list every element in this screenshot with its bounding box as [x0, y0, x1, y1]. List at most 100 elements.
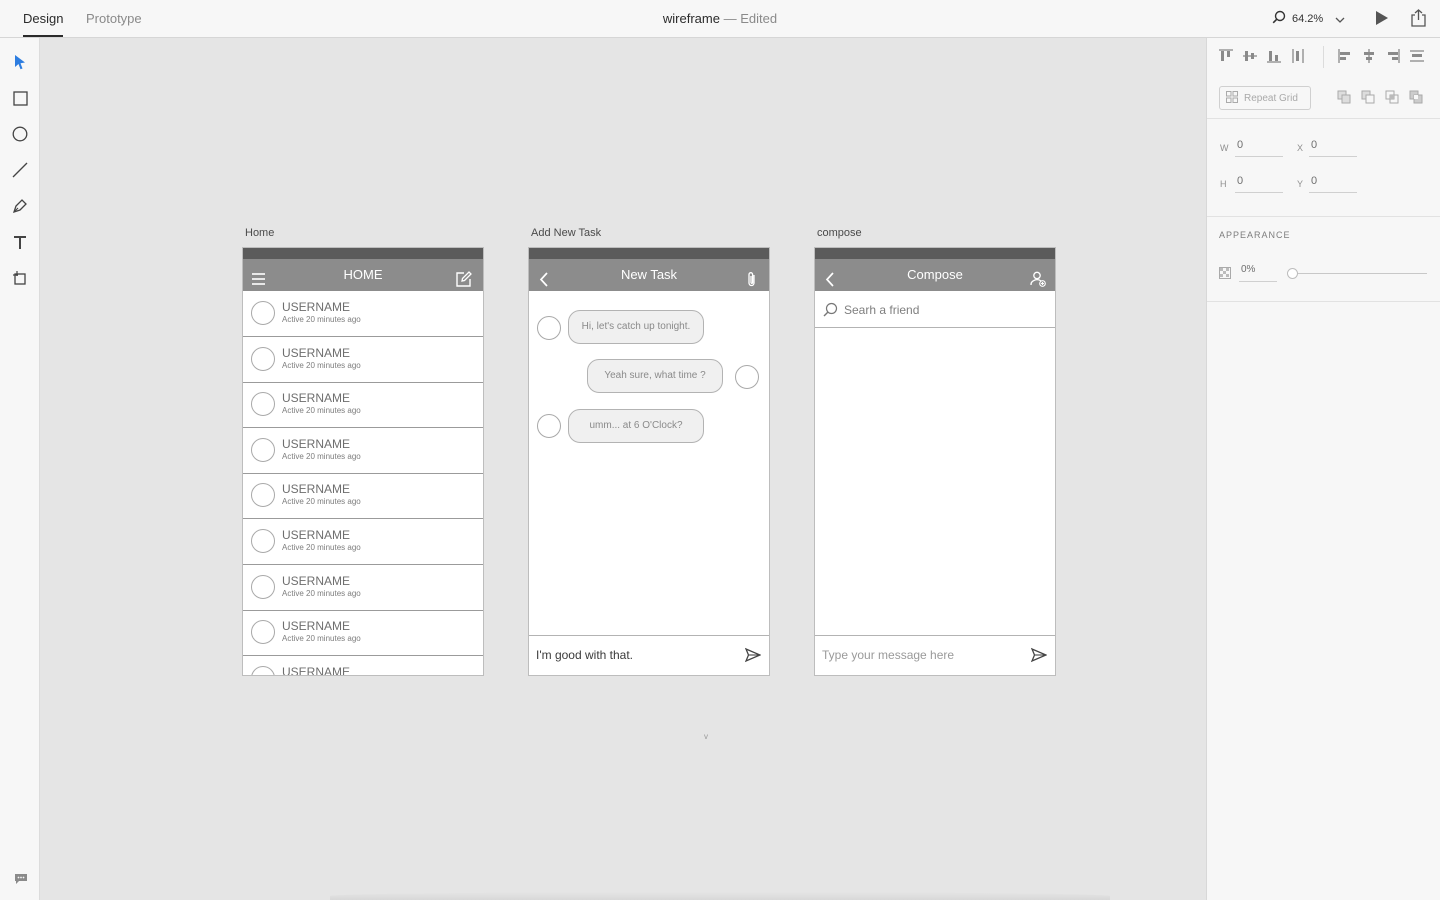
list-item[interactable]: USERNAME Active 20 minutes ago	[243, 291, 483, 337]
height-label: H	[1220, 179, 1227, 189]
username-label: USERNAME	[282, 345, 351, 360]
opacity-slider-handle[interactable]	[1287, 268, 1298, 279]
exclude-overlap-icon[interactable]	[1409, 90, 1423, 104]
canvas-edge	[330, 892, 1110, 900]
activity-status: Active 20 minutes ago	[282, 360, 361, 370]
friend-search-input[interactable]: Searh a friend	[844, 303, 919, 317]
chat-message: Yeah sure, what time ?	[587, 359, 723, 393]
play-icon[interactable]	[1375, 10, 1389, 31]
select-tool-icon[interactable]	[11, 53, 29, 71]
align-bottom-icon[interactable]	[1266, 48, 1282, 64]
x-label: X	[1297, 143, 1304, 153]
nav-bar: New Task	[529, 259, 769, 291]
artboard-label-home[interactable]: Home	[245, 227, 274, 239]
width-field[interactable]: 0	[1235, 139, 1283, 157]
tab-prototype[interactable]: Prototype	[86, 0, 142, 38]
width-label: W	[1220, 143, 1229, 153]
transform-section: W 0 X 0 H 0 Y 0	[1207, 119, 1440, 217]
activity-status: Active 20 minutes ago	[282, 588, 361, 598]
zoom-search-icon[interactable]	[1272, 10, 1286, 29]
grid-icon	[1226, 90, 1238, 106]
status-bar	[243, 248, 483, 259]
add-person-icon[interactable]	[1030, 267, 1046, 287]
message-input-bar: Type your message here	[815, 635, 1055, 675]
message-input[interactable]: I'm good with that.	[536, 648, 633, 662]
align-middle-icon[interactable]	[1242, 48, 1258, 64]
ellipse-tool-icon[interactable]	[11, 125, 29, 143]
tab-design[interactable]: Design	[23, 0, 64, 37]
align-left-icon[interactable]	[1337, 48, 1353, 64]
list-item[interactable]: USERNAME	[243, 656, 483, 676]
zoom-control[interactable]: 64.2%	[1272, 10, 1345, 28]
list-item[interactable]: USERNAME Active 20 minutes ago	[243, 610, 483, 657]
artboard-home[interactable]: HOME USERNAME Active 20 minutes ago USERNA…	[242, 247, 484, 676]
add-union-icon[interactable]	[1337, 90, 1351, 104]
avatar	[251, 483, 275, 508]
send-icon[interactable]	[744, 647, 762, 663]
repeat-grid-label: Repeat Grid	[1244, 92, 1298, 104]
line-tool-icon[interactable]	[11, 161, 29, 179]
avatar	[251, 529, 275, 553]
distribute-vertical-icon[interactable]	[1409, 48, 1425, 64]
status-bar	[529, 248, 769, 259]
intersect-icon[interactable]	[1385, 90, 1399, 104]
avatar	[251, 392, 275, 417]
appearance-heading: APPEARANCE	[1219, 230, 1291, 240]
chevron-down-icon[interactable]	[1335, 10, 1345, 28]
status-bar	[815, 248, 1055, 259]
chat-avatar	[735, 365, 759, 389]
document-title: wireframe — Edited	[0, 0, 1440, 37]
list-item[interactable]: USERNAME Active 20 minutes ago	[243, 565, 483, 611]
attachment-icon[interactable]	[744, 267, 760, 287]
align-right-icon[interactable]	[1385, 48, 1401, 64]
distribute-horizontal-icon[interactable]	[1290, 48, 1306, 64]
x-field[interactable]: 0	[1309, 139, 1357, 157]
y-label: Y	[1297, 179, 1304, 189]
repeat-grid-button[interactable]: Repeat Grid	[1219, 86, 1311, 110]
hamburger-menu-icon[interactable]	[251, 267, 267, 285]
back-chevron-icon[interactable]	[537, 267, 553, 287]
zoom-value[interactable]: 64.2%	[1292, 13, 1323, 25]
list-item[interactable]: USERNAME Active 20 minutes ago	[243, 519, 483, 565]
list-item[interactable]: USERNAME Active 20 minutes ago	[243, 382, 483, 429]
pen-tool-icon[interactable]	[11, 197, 29, 215]
compose-edit-icon[interactable]	[456, 267, 472, 287]
avatar	[251, 301, 275, 325]
chat-avatar	[537, 316, 561, 340]
nav-title: New Task	[620, 267, 678, 282]
artboard-label-compose[interactable]: compose	[817, 227, 862, 239]
text-tool-icon[interactable]	[11, 233, 29, 251]
share-icon[interactable]	[1410, 9, 1427, 32]
activity-status: Active 20 minutes ago	[282, 406, 361, 416]
search-icon	[823, 302, 838, 317]
top-bar: Design Prototype wireframe — Edited 64.2…	[0, 0, 1440, 38]
back-chevron-icon[interactable]	[823, 267, 839, 287]
activity-status: Active 20 minutes ago	[282, 543, 361, 552]
opacity-slider[interactable]	[1291, 273, 1427, 274]
friend-search-bar: Searh a friend	[815, 291, 1055, 328]
comment-icon[interactable]	[12, 870, 30, 888]
list-item[interactable]: USERNAME Active 20 minutes ago	[243, 473, 483, 520]
y-field[interactable]: 0	[1309, 175, 1357, 193]
activity-status: Active 20 minutes ago	[282, 634, 361, 644]
artboard-label-task[interactable]: Add New Task	[531, 227, 601, 239]
nav-title: Compose	[907, 267, 963, 282]
activity-status: Active 20 minutes ago	[282, 497, 361, 507]
list-item[interactable]: USERNAME Active 20 minutes ago	[243, 428, 483, 474]
username-label: USERNAME	[282, 664, 351, 676]
nav-title: HOME	[343, 267, 383, 282]
subtract-icon[interactable]	[1361, 90, 1375, 104]
align-top-icon[interactable]	[1218, 48, 1234, 64]
list-item[interactable]: USERNAME Active 20 minutes ago	[243, 337, 483, 383]
rectangle-tool-icon[interactable]	[11, 89, 29, 107]
align-center-icon[interactable]	[1361, 48, 1377, 64]
height-field[interactable]: 0	[1235, 175, 1283, 193]
tool-bar	[0, 38, 40, 900]
username-label: USERNAME	[282, 528, 351, 542]
opacity-field[interactable]: 0%	[1239, 264, 1277, 282]
message-input[interactable]: Type your message here	[822, 648, 954, 662]
artboard-add-new-task[interactable]: New Task Hi, let's catch up tonight. Yea…	[528, 247, 770, 676]
send-icon[interactable]	[1030, 647, 1048, 663]
artboard-compose[interactable]: Compose Searh a friend Type your message…	[814, 247, 1056, 676]
artboard-tool-icon[interactable]	[11, 269, 29, 287]
